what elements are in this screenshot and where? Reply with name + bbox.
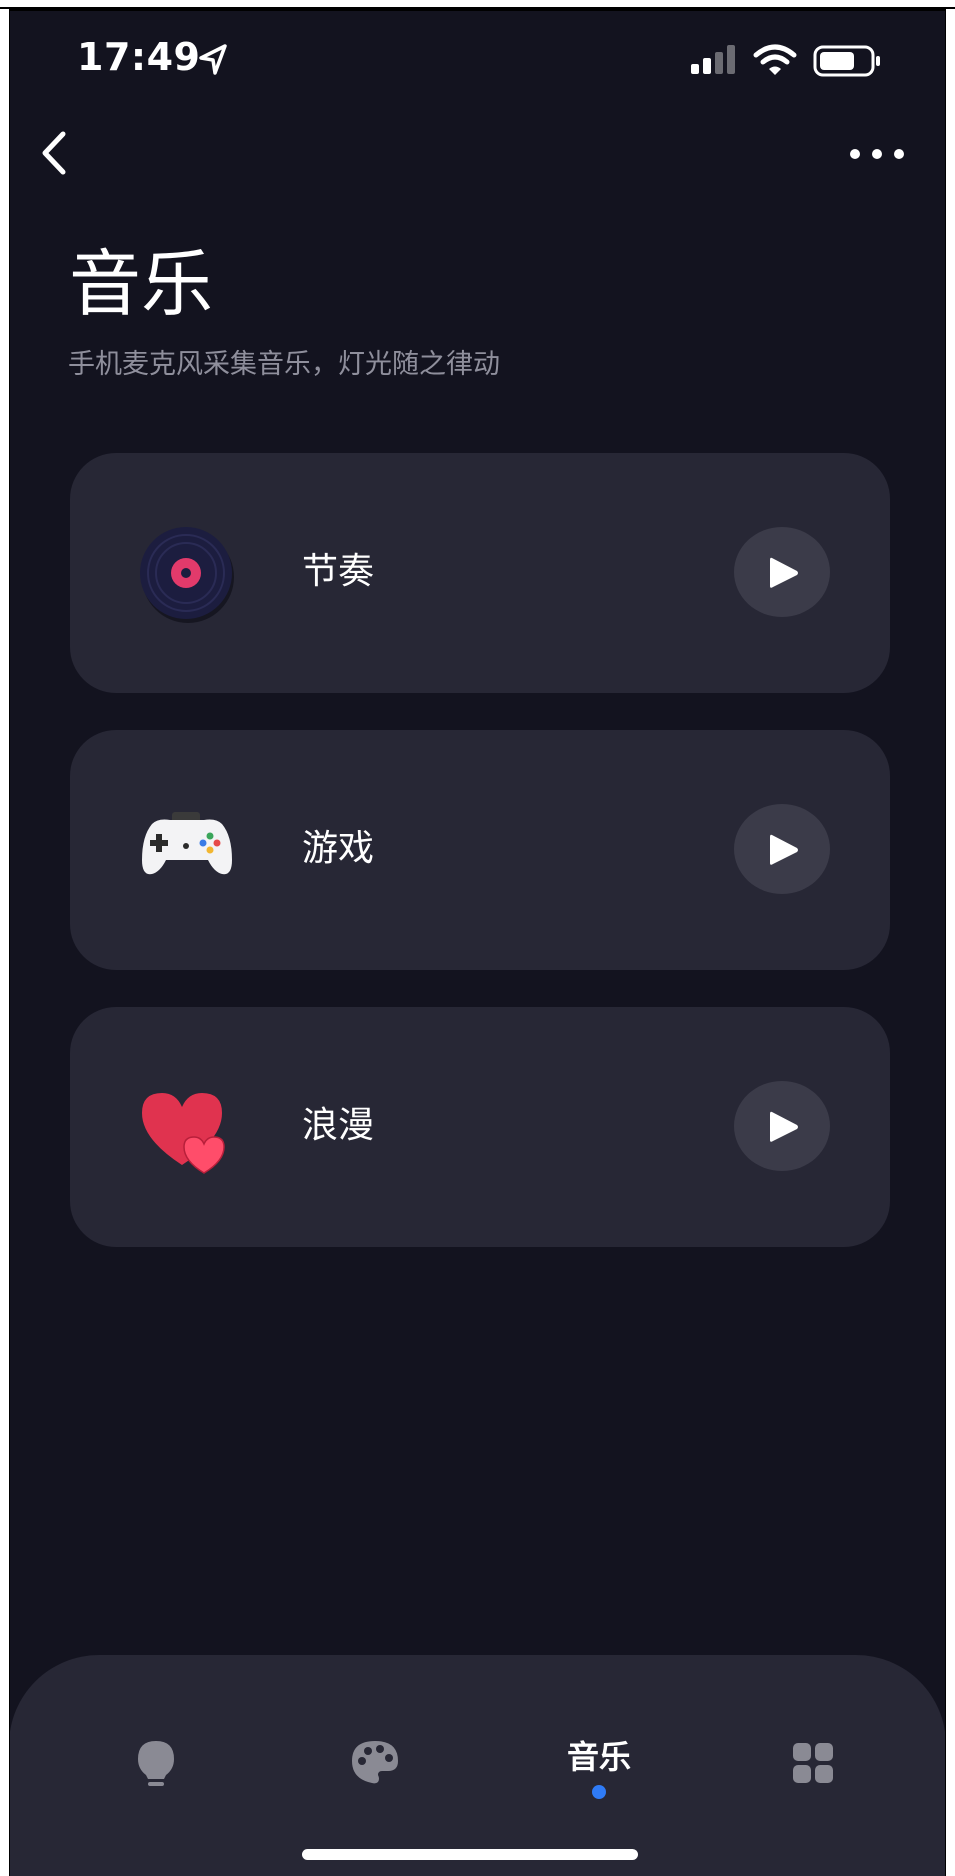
hearts-icon: [142, 1093, 225, 1174]
back-chevron-icon[interactable]: [37, 128, 73, 178]
mode-card-game[interactable]: 游戏: [70, 730, 890, 970]
tab-palette[interactable]: [315, 1739, 435, 1829]
mode-card-rhythm[interactable]: 节奏: [70, 453, 890, 693]
app-screen: 17:49 音乐 手机麦克风采集音乐，灯光随之律动 节奏 游戏 浪漫 音乐: [9, 9, 946, 1876]
location-arrow-icon: [199, 44, 227, 75]
mode-card-romance[interactable]: 浪漫: [70, 1007, 890, 1247]
battery-icon: [813, 45, 880, 77]
page-title: 音乐: [69, 242, 214, 326]
play-icon: [770, 1111, 798, 1142]
tab-more-apps[interactable]: [753, 1741, 873, 1831]
tab-music[interactable]: 音乐: [539, 1735, 659, 1825]
vinyl-record-icon: [140, 527, 234, 623]
play-button[interactable]: [734, 1081, 830, 1171]
play-icon: [770, 834, 798, 865]
tab-label: 音乐: [566, 1738, 631, 1776]
lightbulb-icon: [138, 1741, 174, 1786]
play-icon: [770, 557, 798, 588]
more-options-icon[interactable]: [847, 146, 907, 162]
bottom-tab-bar: 音乐: [10, 1655, 945, 1876]
active-tab-indicator: [592, 1785, 606, 1799]
page-subtitle: 手机麦克风采集音乐，灯光随之律动: [68, 349, 500, 380]
grid-icon: [793, 1743, 833, 1783]
screenshot-border: [0, 0, 955, 9]
tab-light[interactable]: [96, 1739, 216, 1829]
card-label: 浪漫: [302, 1105, 375, 1146]
cellular-signal-icon: [691, 45, 735, 74]
home-indicator[interactable]: [302, 1849, 638, 1860]
play-button[interactable]: [734, 527, 830, 617]
status-time: 17:49: [77, 35, 201, 79]
play-button[interactable]: [734, 804, 830, 894]
card-label: 游戏: [302, 828, 375, 869]
wifi-icon: [753, 44, 797, 75]
game-controller-icon: [142, 812, 232, 875]
palette-icon: [352, 1741, 398, 1784]
card-label: 节奏: [302, 551, 375, 592]
